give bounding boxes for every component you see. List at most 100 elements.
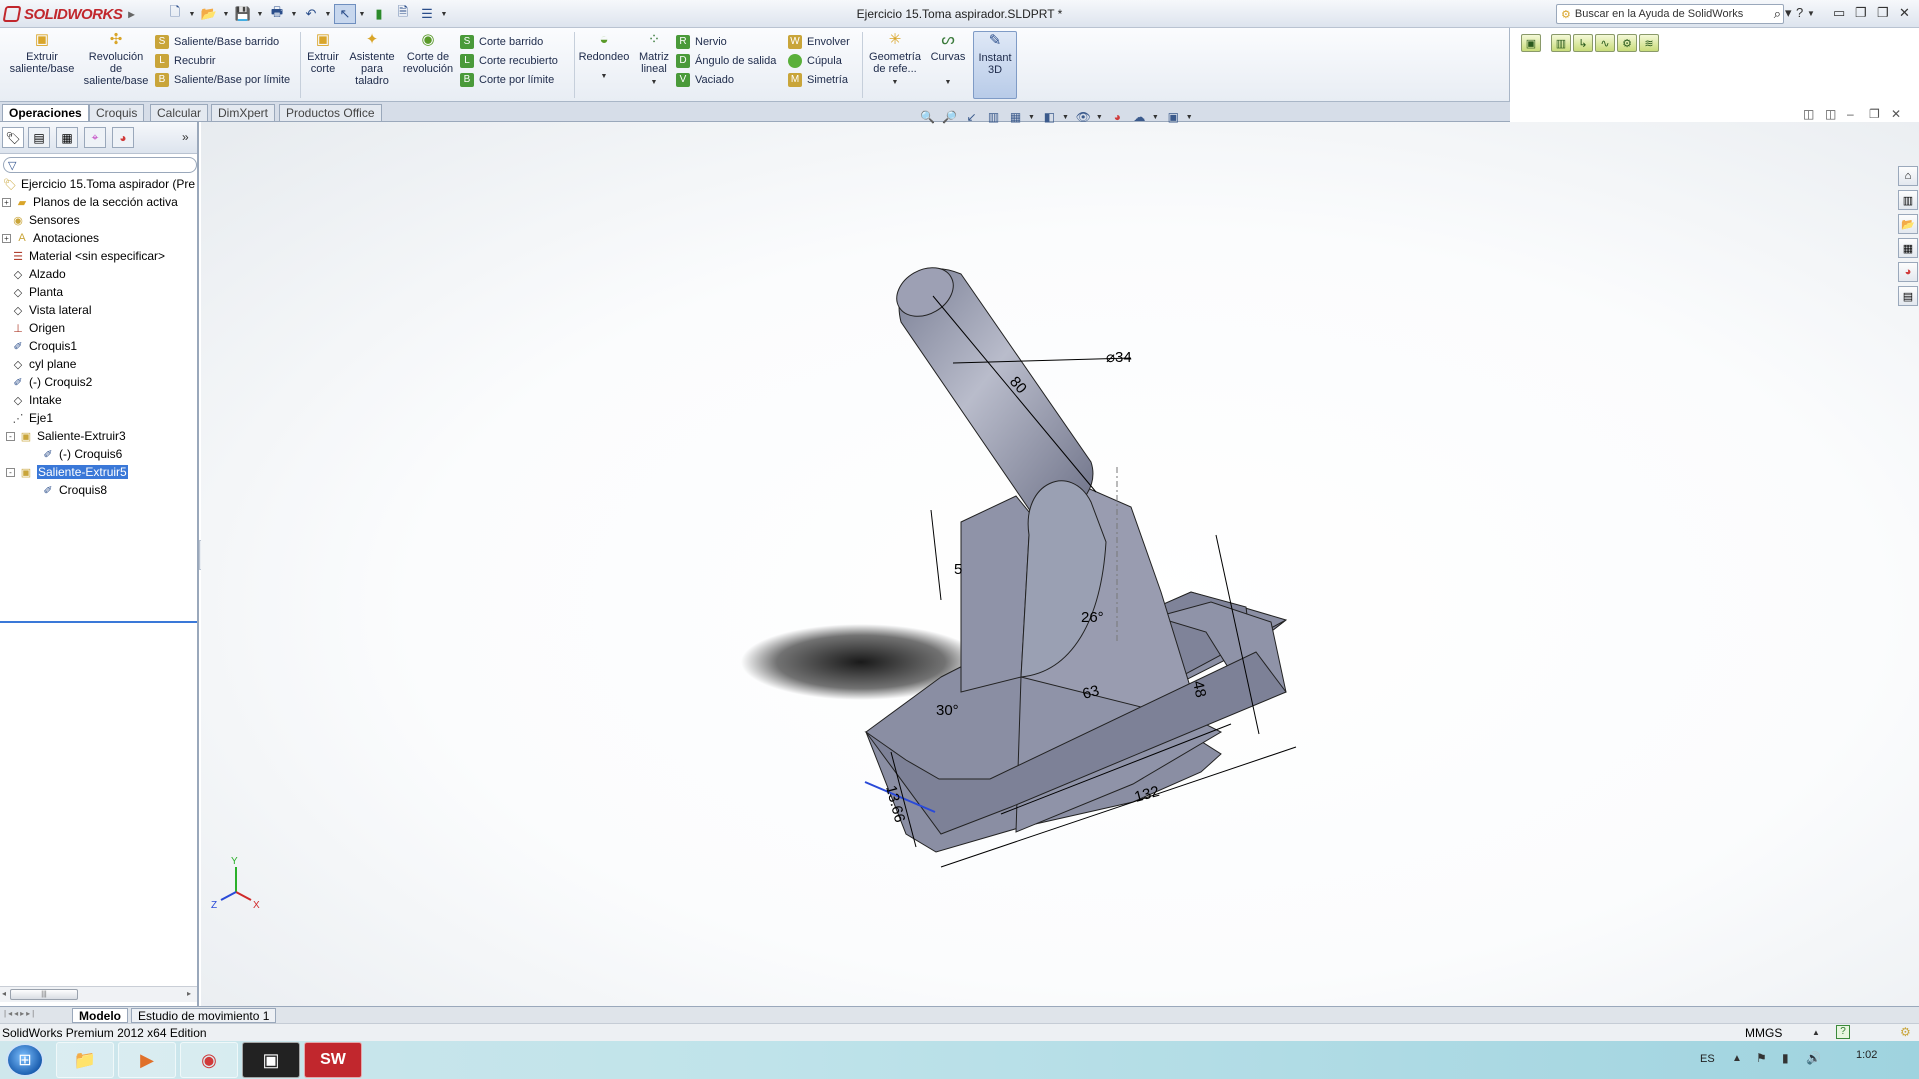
taskbar-solidworks-icon[interactable]: SW xyxy=(304,1042,362,1078)
collapse-minus-icon[interactable]: - xyxy=(6,467,15,477)
draft-button[interactable]: D Ángulo de salida xyxy=(676,51,776,70)
tree-item[interactable]: - ▣ Saliente-Extruir5 xyxy=(0,463,197,481)
help-dropdown-icon[interactable]: ▼ xyxy=(1807,9,1815,18)
display-manager-tab-icon[interactable]: ◕ xyxy=(112,127,134,148)
addin-5-icon[interactable]: ⚙ xyxy=(1617,34,1637,52)
tree-item[interactable]: ⋰ Eje1 xyxy=(0,409,197,427)
taskbar-media-player-icon[interactable]: ▶ xyxy=(118,1042,176,1078)
tree-item[interactable]: ⊥ Origen xyxy=(0,319,197,337)
hide-show-dropdown-icon[interactable]: ▼ xyxy=(1096,114,1103,121)
viewport-restore-icon[interactable]: ❐ xyxy=(1869,107,1880,121)
section-view-icon[interactable]: ▥ xyxy=(984,108,1003,126)
extrude-boss-button[interactable]: ▣ Extruir saliente/base xyxy=(6,31,78,75)
dim-angle26[interactable]: 26° xyxy=(1081,609,1104,626)
tab-productos-office[interactable]: Productos Office xyxy=(279,104,382,121)
loft-button[interactable]: L Recubrir xyxy=(155,51,290,70)
propertymanager-tab-icon[interactable]: ▤ xyxy=(28,127,50,148)
tab-croquis[interactable]: Croquis xyxy=(89,104,145,121)
custom-properties-icon[interactable]: ▤ xyxy=(1898,286,1918,306)
restore-icon[interactable]: ❐ xyxy=(1855,5,1867,21)
addin-4-icon[interactable]: ∿ xyxy=(1595,34,1615,52)
viewport-tile-v-icon[interactable]: ◫ xyxy=(1825,107,1836,121)
revolve-boss-button[interactable]: ✣ Revolución de saliente/base xyxy=(82,31,150,87)
horizontal-scrollbar[interactable]: ◂ ||| ▸ xyxy=(0,986,197,1002)
dim-48[interactable]: 48 xyxy=(1189,679,1209,699)
view-palette-icon[interactable]: ▦ xyxy=(1898,238,1918,258)
previous-view-icon[interactable]: ↙ xyxy=(962,108,981,126)
fillet-button[interactable]: ◒ Redondeo ▼ xyxy=(578,31,630,83)
solidworks-resources-icon[interactable]: ⌂ xyxy=(1898,166,1918,186)
tile-icon[interactable]: ❐ xyxy=(1877,5,1889,21)
viewport-tile-h-icon[interactable]: ◫ xyxy=(1803,107,1814,121)
tree-item[interactable]: - ▣ Saliente-Extruir3 xyxy=(0,427,197,445)
help-icon[interactable]: ? xyxy=(1796,5,1803,20)
tab-scroll-arrows-icon[interactable]: |◂◂▸▸| xyxy=(4,1009,36,1018)
reference-geometry-button[interactable]: ✳ Geometría de refe... ▼ xyxy=(866,31,924,89)
rollback-bar[interactable] xyxy=(0,621,197,623)
curves-dropdown-icon[interactable]: ▼ xyxy=(945,77,952,89)
close-icon[interactable]: ✕ xyxy=(1899,5,1910,21)
appearances-icon[interactable]: ◕ xyxy=(1898,262,1918,282)
scene-dropdown-icon[interactable]: ▼ xyxy=(1152,114,1159,121)
expand-plus-icon[interactable]: + xyxy=(2,233,11,243)
clock[interactable]: 1:02 xyxy=(1856,1049,1877,1061)
tree-root[interactable]: 🏷 Ejercicio 15.Toma aspirador (Pre xyxy=(0,175,197,193)
search-icon[interactable]: ⌕ xyxy=(1774,6,1781,22)
tab-dimxpert[interactable]: DimXpert xyxy=(211,104,276,121)
boundary-cut-button[interactable]: B Corte por límite xyxy=(460,70,558,89)
scroll-right-icon[interactable]: ▸ xyxy=(187,989,191,998)
addin-1-icon[interactable]: ▣ xyxy=(1521,34,1541,52)
scroll-thumb[interactable]: ||| xyxy=(10,989,78,1000)
boundary-boss-button[interactable]: B Saliente/Base por límite xyxy=(155,70,290,89)
tree-item[interactable]: ◉ Sensores xyxy=(0,211,197,229)
design-library-icon[interactable]: ▥ xyxy=(1898,190,1918,210)
tree-item[interactable]: ◇ Intake xyxy=(0,391,197,409)
view-orientation-icon[interactable]: ▦ xyxy=(1006,108,1025,126)
tab-modelo[interactable]: Modelo xyxy=(72,1008,128,1023)
curves-button[interactable]: ᔕ Curvas ▼ xyxy=(928,31,968,89)
shell-button[interactable]: V Vaciado xyxy=(676,70,776,89)
dimxpert-tab-icon[interactable]: ⌖ xyxy=(84,127,106,148)
minimize-icon[interactable]: ▭ xyxy=(1833,5,1845,21)
revolve-cut-button[interactable]: ◉ Corte de revolución xyxy=(402,31,454,75)
pattern-dropdown-icon[interactable]: ▼ xyxy=(651,77,658,89)
scroll-left-icon[interactable]: ◂ xyxy=(2,989,6,998)
panel-expand-icon[interactable]: » xyxy=(182,130,189,144)
view-settings-dropdown-icon[interactable]: ▼ xyxy=(1186,114,1193,121)
swept-boss-button[interactable]: S Saliente/Base barrido xyxy=(155,32,290,51)
tree-item[interactable]: + ▰ Planos de la sección activa xyxy=(0,193,197,211)
language-indicator[interactable]: ES xyxy=(1700,1053,1715,1065)
tab-operaciones[interactable]: Operaciones xyxy=(2,104,89,121)
units-selector[interactable]: MMGS xyxy=(1745,1026,1782,1040)
apply-scene-icon[interactable]: ☁ xyxy=(1130,108,1149,126)
rib-button[interactable]: R Nervio xyxy=(676,32,776,51)
instant3d-button[interactable]: ✎ Instant 3D xyxy=(973,31,1017,99)
view-settings-icon[interactable]: ▣ xyxy=(1164,108,1183,126)
zoom-to-area-icon[interactable]: 🔎 xyxy=(940,108,959,126)
expand-plus-icon[interactable]: + xyxy=(2,197,11,207)
dim-angle30[interactable]: 30° xyxy=(936,702,959,719)
tray-network-icon[interactable]: ▮ xyxy=(1782,1051,1789,1065)
tab-estudio-movimiento[interactable]: Estudio de movimiento 1 xyxy=(131,1008,277,1023)
fillet-dropdown-icon[interactable]: ▼ xyxy=(601,71,608,83)
help-search-input[interactable]: ⚙ Buscar en la Ayuda de SolidWorks ⌕ xyxy=(1556,4,1784,24)
dim-dia34[interactable]: ⌀34 xyxy=(1106,349,1132,366)
start-button-icon[interactable]: ⊞ xyxy=(6,1043,44,1077)
quick-tips-help-icon[interactable]: ? xyxy=(1836,1025,1850,1039)
search-dropdown-icon[interactable]: ▾ xyxy=(1785,5,1792,21)
hole-wizard-button[interactable]: ✦ Asistente para taladro xyxy=(346,31,398,87)
linear-pattern-button[interactable]: ⁘ Matriz lineal ▼ xyxy=(634,31,674,89)
configurationmanager-tab-icon[interactable]: ▦ xyxy=(56,127,78,148)
addin-6-icon[interactable]: ≋ xyxy=(1639,34,1659,52)
tree-item[interactable]: + A Anotaciones xyxy=(0,229,197,247)
hide-show-items-icon[interactable]: 👁 xyxy=(1074,108,1093,126)
viewport-close-icon[interactable]: ✕ xyxy=(1891,107,1901,121)
tree-item[interactable]: ◇ cyl plane xyxy=(0,355,197,373)
collapse-minus-icon[interactable]: - xyxy=(6,431,15,441)
display-style-dropdown-icon[interactable]: ▼ xyxy=(1062,114,1069,121)
tree-item[interactable]: ✐ Croquis1 xyxy=(0,337,197,355)
tree-item[interactable]: ◇ Vista lateral xyxy=(0,301,197,319)
tray-volume-icon[interactable]: 🔊 xyxy=(1806,1051,1821,1065)
dome-button[interactable]: Cúpula xyxy=(788,51,850,70)
tree-item[interactable]: ✐ Croquis8 xyxy=(0,481,197,499)
